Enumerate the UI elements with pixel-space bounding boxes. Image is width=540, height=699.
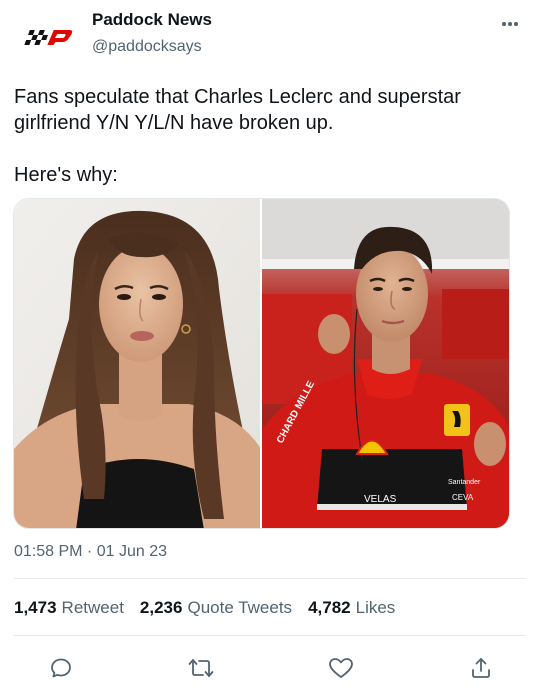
share-button[interactable] xyxy=(467,654,495,682)
heart-icon xyxy=(329,658,353,678)
sponsor-text: Santander xyxy=(448,479,481,486)
retweet-stat[interactable]: 1,473 Retweet xyxy=(14,597,124,619)
more-options-icon[interactable] xyxy=(498,14,522,34)
tweet-header: Paddock News @paddocksays xyxy=(0,0,540,70)
share-icon xyxy=(472,658,490,678)
tweet-stats: 1,473 Retweet 2,236 Quote Tweets 4,782 Like… xyxy=(14,597,411,619)
left-photo[interactable] xyxy=(14,199,260,528)
reply-button[interactable] xyxy=(47,654,75,682)
like-count: 4,782 xyxy=(308,598,351,617)
avatar[interactable] xyxy=(14,12,80,62)
woman-portrait-image xyxy=(14,199,260,528)
divider xyxy=(14,635,526,636)
retweet-icon xyxy=(188,659,214,677)
retweet-count: 1,473 xyxy=(14,598,57,617)
divider xyxy=(14,578,526,579)
tweet-timestamp[interactable]: 01:58 PM · 01 Jun 23 xyxy=(14,542,167,562)
like-button[interactable] xyxy=(327,654,355,682)
like-stat[interactable]: 4,782 Likes xyxy=(308,597,395,619)
sponsor-text: CEVA xyxy=(452,493,474,502)
racing-driver-image: CHARD MILLE VELAS Santander CEVA xyxy=(262,199,509,528)
retweet-label: Retweet xyxy=(61,598,124,617)
author-name[interactable]: Paddock News xyxy=(92,10,212,30)
author-handle[interactable]: @paddocksays xyxy=(92,37,202,57)
sponsor-text: VELAS xyxy=(364,494,397,505)
quote-label: Quote Tweets xyxy=(187,598,293,617)
tweet-actions xyxy=(0,652,540,684)
retweet-button[interactable] xyxy=(187,654,215,682)
paddock-logo-icon xyxy=(24,30,73,45)
like-label: Likes xyxy=(355,598,396,617)
right-photo[interactable]: CHARD MILLE VELAS Santander CEVA xyxy=(262,199,509,528)
comment-icon xyxy=(51,658,71,678)
tweet-media[interactable]: CHARD MILLE VELAS Santander CEVA xyxy=(13,198,510,529)
quote-count: 2,236 xyxy=(139,598,183,617)
tweet-text: Fans speculate that Charles Leclerc and … xyxy=(14,86,461,186)
quote-stat[interactable]: 2,236 Quote Tweets xyxy=(140,597,292,619)
